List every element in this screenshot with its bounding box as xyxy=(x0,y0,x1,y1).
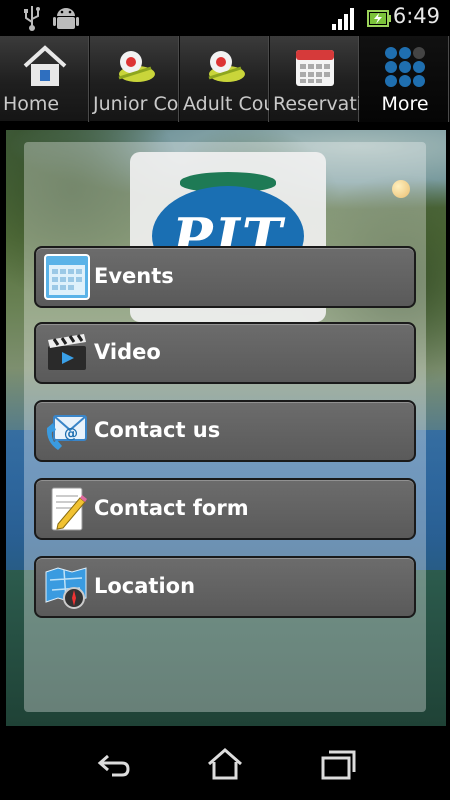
menu-item-label: Video xyxy=(94,340,161,364)
recent-apps-icon[interactable] xyxy=(318,746,358,782)
clapperboard-icon xyxy=(48,334,86,370)
back-icon[interactable] xyxy=(94,746,134,782)
tab-bar: Home Junior Co Adult Cou Reservatio xyxy=(0,36,450,122)
tennis-balls-icon xyxy=(208,51,245,82)
tab-label: Reservatio xyxy=(273,93,359,115)
android-debug-icon xyxy=(53,8,79,29)
signal-icon xyxy=(332,8,354,30)
menu-item-contact-form[interactable]: Contact form xyxy=(34,478,416,540)
form-pencil-icon xyxy=(51,487,87,531)
tab-home[interactable]: Home xyxy=(0,36,90,122)
svg-text:@: @ xyxy=(64,426,78,442)
tab-more[interactable]: More xyxy=(360,36,450,122)
menu-item-events[interactable]: Events xyxy=(34,246,416,308)
menu-item-label: Contact us xyxy=(94,418,221,442)
tennis-balls-icon xyxy=(118,51,155,82)
tab-reservations[interactable]: Reservatio xyxy=(270,36,360,122)
map-compass-icon xyxy=(45,567,87,609)
tab-label: Junior Co xyxy=(93,93,179,115)
menu-item-label: Location xyxy=(94,574,196,598)
clock: 6:49 xyxy=(392,4,440,28)
status-bar: 6:49 xyxy=(0,0,450,36)
navigation-bar xyxy=(0,726,450,800)
tab-label: Adult Cou xyxy=(183,93,270,115)
menu-item-video[interactable]: Video xyxy=(34,322,416,384)
event-calendar-icon xyxy=(44,254,90,300)
home-icon[interactable] xyxy=(205,746,245,782)
tab-adult-courses[interactable]: Adult Cou xyxy=(180,36,270,122)
tab-label: Home xyxy=(3,93,60,115)
menu-item-label: Events xyxy=(94,264,174,288)
usb-icon xyxy=(24,6,40,31)
calendar-icon xyxy=(295,50,334,86)
menu-item-location[interactable]: Location xyxy=(34,556,416,618)
phone-email-icon: @ xyxy=(46,415,87,450)
battery-charging-icon xyxy=(367,10,391,27)
grid-dots-icon xyxy=(384,47,425,87)
home-icon xyxy=(23,45,66,86)
tab-junior-courses[interactable]: Junior Co xyxy=(90,36,180,122)
menu-item-label: Contact form xyxy=(94,496,249,520)
tab-label: More xyxy=(381,93,429,115)
menu-item-contact-us[interactable]: @ Contact us xyxy=(34,400,416,462)
content-area: PIT Events Video @ Contact us Contact fo… xyxy=(0,122,450,726)
